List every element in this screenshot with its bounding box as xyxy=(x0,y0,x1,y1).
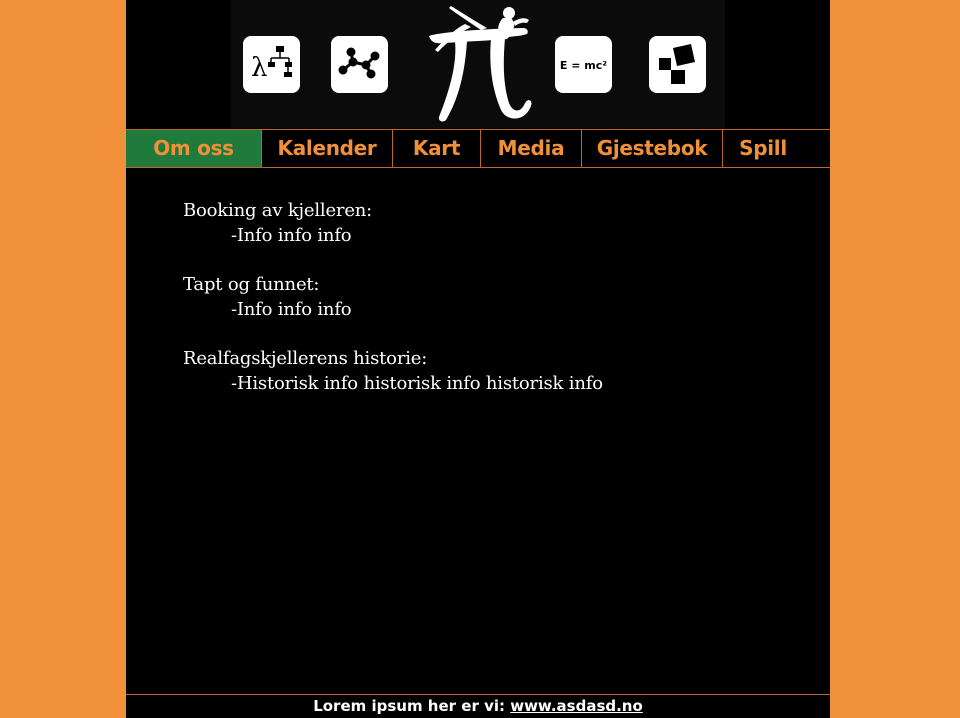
tab-kart[interactable]: Kart xyxy=(393,130,481,167)
header-banner: λ E = mc² xyxy=(231,0,725,128)
svg-text:λ: λ xyxy=(251,53,267,83)
tab-gjestebok[interactable]: Gjestebok xyxy=(582,130,723,167)
section-heading: Realfagskjellerens historie: xyxy=(183,348,428,369)
graph-nodes-icon xyxy=(331,36,388,93)
tab-media[interactable]: Media xyxy=(481,130,582,167)
section-body: -Info info info xyxy=(231,225,352,246)
pythagoras-squares-icon xyxy=(649,36,706,93)
section-lost-found: Tapt og funnet: -Info info info xyxy=(183,272,783,322)
section-heading: Booking av kjelleren: xyxy=(183,200,373,221)
emc2-icon: E = mc² xyxy=(555,36,612,93)
tab-om-oss[interactable]: Om oss xyxy=(126,130,262,167)
footer-text: Lorem ipsum her er vi: xyxy=(313,697,511,715)
section-heading: Tapt og funnet: xyxy=(183,274,320,295)
tab-spill[interactable]: Spill xyxy=(723,130,803,167)
footer-link[interactable]: www.asdasd.no xyxy=(510,697,643,715)
section-body: -Info info info xyxy=(231,299,352,320)
section-history: Realfagskjellerens historie: -Historisk … xyxy=(183,346,783,396)
section-booking: Booking av kjelleren: -Info info info xyxy=(183,198,783,248)
lambda-hierarchy-icon: λ xyxy=(243,36,300,93)
main-nav: Om oss Kalender Kart Media Gjestebok Spi… xyxy=(126,129,830,168)
footer: Lorem ipsum her er vi: www.asdasd.no xyxy=(126,694,830,718)
tab-kalender[interactable]: Kalender xyxy=(262,130,393,167)
svg-text:E = mc²: E = mc² xyxy=(560,59,607,72)
section-body: -Historisk info historisk info historisk… xyxy=(231,373,603,394)
pi-pinup-logo xyxy=(429,6,532,122)
page-container: λ E = mc² Om oss Kalender Kart Media Gje… xyxy=(126,0,830,718)
main-content: Booking av kjelleren: -Info info info Ta… xyxy=(183,198,783,420)
